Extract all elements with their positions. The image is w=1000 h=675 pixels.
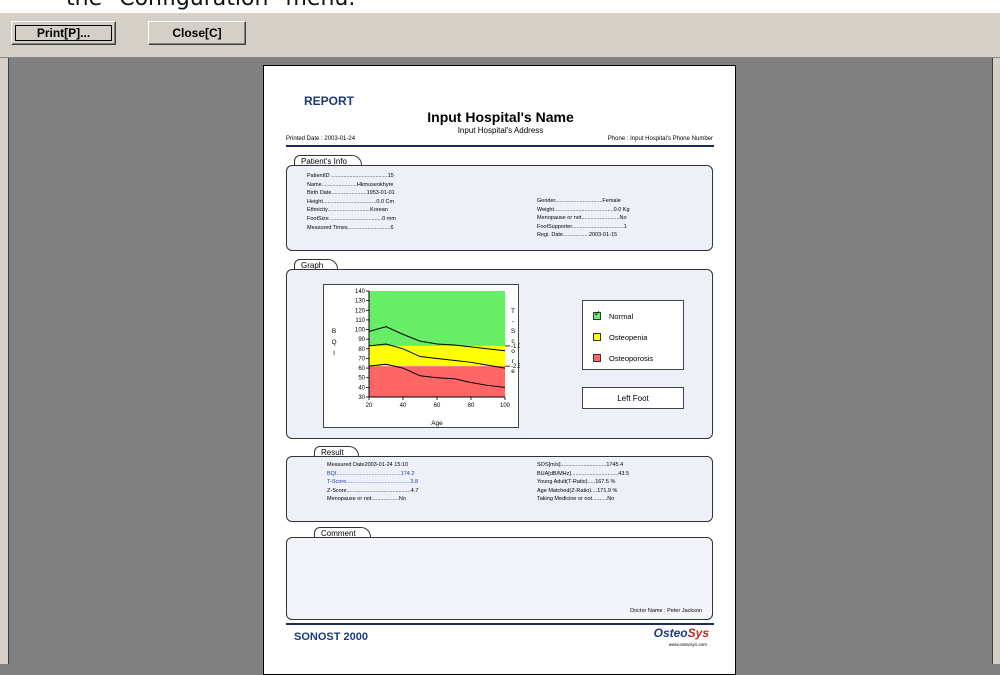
- y-tick-label: 140: [355, 289, 366, 295]
- doctor-name: Doctor Name : Peter Jackson: [630, 608, 702, 614]
- footer-rule: [286, 623, 714, 625]
- result-panel: Measured Date2003-01-24 15:10 BQI.......…: [286, 456, 713, 522]
- t-score-label: -1.0: [511, 344, 520, 350]
- patient-field: Regi. Date.................2003-01-15: [537, 232, 618, 239]
- y-tick-label: 90: [358, 337, 365, 343]
- x-axis-label: Age: [431, 420, 443, 427]
- x-tick-label: 100: [500, 403, 511, 409]
- bqi-chart: 140 130 120 110 100 90 80 70 60 50 40 30 20 40 60 80 100…: [323, 284, 522, 428]
- patient-right-column: Gender...............................Fem…: [537, 197, 630, 240]
- result-left-column: Measured Date2003-01-24 15:10 BQI.......…: [327, 461, 418, 504]
- y-axis-label-letter: I: [333, 350, 335, 357]
- y-tick-label: 30: [358, 395, 365, 401]
- patient-field: Height..................................…: [307, 198, 395, 205]
- patient-left-column: PatientID ..............................…: [307, 172, 396, 232]
- graph-panel: 140 130 120 110 100 90 80 70 60 50 40 30 20 40 60 80 100…: [286, 269, 713, 439]
- y-tick-label: 40: [358, 385, 365, 391]
- x-tick-label: 80: [468, 403, 475, 409]
- y-tick-label: 130: [355, 299, 366, 305]
- right-axis-label-letter: S: [511, 328, 516, 335]
- osteopenia-swatch: [593, 333, 601, 341]
- document-caption: the "Configuration" menu.: [0, 0, 1000, 12]
- x-tick-label: 60: [434, 403, 441, 409]
- report-heading: REPORT: [304, 94, 355, 108]
- comment-panel: Doctor Name : Peter Jackson: [286, 537, 713, 620]
- patient-field: PatientID ..............................…: [307, 173, 394, 179]
- result-field: Young Adult(T-Ratio).....167.5 %: [537, 479, 616, 486]
- patient-field: Ethnicity............................Kor…: [307, 207, 388, 214]
- normal-swatch: ✓: [593, 309, 601, 320]
- report-page: REPORT Input Hospital's Name Input Hospi…: [263, 65, 736, 675]
- y-tick-label: 50: [358, 376, 365, 382]
- right-axis-label-letter: T: [511, 308, 515, 315]
- y-tick-label: 120: [355, 308, 366, 314]
- patient-field: Menopause or not........................…: [537, 215, 627, 222]
- legend-item-osteopenia: Osteopenia: [593, 332, 647, 342]
- patient-field: Name.......................Hkmuseokhyre: [307, 181, 394, 188]
- logo-text-a: Osteo: [653, 626, 688, 640]
- foot-side-box: Left Foot: [582, 387, 684, 409]
- result-field: SOS[m/s]..............................17…: [537, 462, 624, 468]
- legend-item-osteoporosis: Osteoporosis: [593, 353, 653, 363]
- legend-item-normal: ✓ Normal: [593, 309, 634, 321]
- osteoporosis-swatch: [593, 354, 601, 362]
- hospital-phone: Phone : Input Hospital's Phone Number: [607, 136, 713, 142]
- print-button[interactable]: Print[P]...: [11, 21, 116, 45]
- hospital-name: Input Hospital's Name: [427, 109, 574, 125]
- x-tick-label: 40: [400, 403, 407, 409]
- y-tick-label: 110: [355, 318, 365, 324]
- result-field: BUA[dB/MHz].............................…: [537, 470, 629, 477]
- logo-url: www.osteosys.com: [668, 642, 707, 647]
- legend-label-normal: Normal: [609, 311, 634, 321]
- result-field: Z-Score.................................…: [327, 487, 419, 494]
- window-frame-left: [0, 58, 9, 664]
- patient-field: Measured Times..........................…: [307, 224, 394, 231]
- legend-label-osteopenia: Osteopenia: [609, 332, 648, 342]
- header-rule: [286, 145, 714, 147]
- patient-field: FootSupporter...........................…: [537, 223, 627, 230]
- result-field: Measured Date2003-01-24 15:10: [327, 462, 409, 468]
- osteosys-logo: OsteoSys: [654, 626, 709, 640]
- device-name: SONOST 2000: [294, 631, 368, 643]
- zone-band-normal: [369, 291, 505, 346]
- y-tick-label: 70: [358, 356, 365, 362]
- toolbar: Print[P]... Close[C]: [0, 12, 1000, 58]
- y-axis-label-letter: B: [332, 328, 336, 335]
- printed-date: Printed Date : 2003-01-24: [286, 136, 356, 142]
- caption-text: the "Configuration" menu.: [66, 0, 355, 11]
- zone-band-osteopenia: [369, 345, 505, 367]
- x-tick-label: 20: [366, 403, 373, 409]
- patient-field: Weight..................................…: [537, 206, 630, 213]
- zone-legend: ✓ Normal Osteopenia Osteoporosis: [582, 300, 684, 370]
- result-field-tscore: T-Score.................................…: [327, 479, 419, 486]
- patient-info-panel: PatientID ..............................…: [286, 165, 713, 251]
- result-field: Taking Medicine or not..........No: [537, 496, 615, 503]
- y-axis-label-letter: Q: [331, 339, 336, 346]
- result-field-bqi: BQI.....................................…: [327, 470, 415, 477]
- close-button[interactable]: Close[C]: [148, 21, 246, 45]
- y-tick-label: 80: [358, 347, 365, 353]
- result-field: Age Matched(Z-Ratio)....171.9 %: [537, 487, 618, 494]
- result-right-column: SOS[m/s]..............................17…: [537, 461, 629, 504]
- result-field: Menopause or not..................No: [327, 496, 406, 503]
- legend-label-osteoporosis: Osteoporosis: [609, 353, 654, 363]
- patient-field: Birth Date.......................1953-01…: [307, 190, 395, 197]
- bqi-chart-svg: 140 130 120 110 100 90 80 70 60 50 40 3020 40 60 80 100…: [331, 289, 522, 427]
- logo-text-b: Sys: [687, 626, 709, 640]
- checkmark-icon: ✓: [594, 309, 601, 318]
- zone-band-osteoporosis: [369, 366, 505, 397]
- patient-field: FootSize................................…: [307, 215, 396, 222]
- patient-field: Gender...............................Fem…: [537, 198, 621, 204]
- t-score-label: -2.5: [511, 364, 520, 370]
- hospital-address: Input Hospital's Address: [457, 126, 544, 135]
- y-tick-label: 60: [358, 366, 365, 372]
- right-axis-label-letter: -: [512, 318, 514, 325]
- window-frame-right: [992, 58, 1000, 664]
- y-tick-label: 100: [355, 328, 366, 334]
